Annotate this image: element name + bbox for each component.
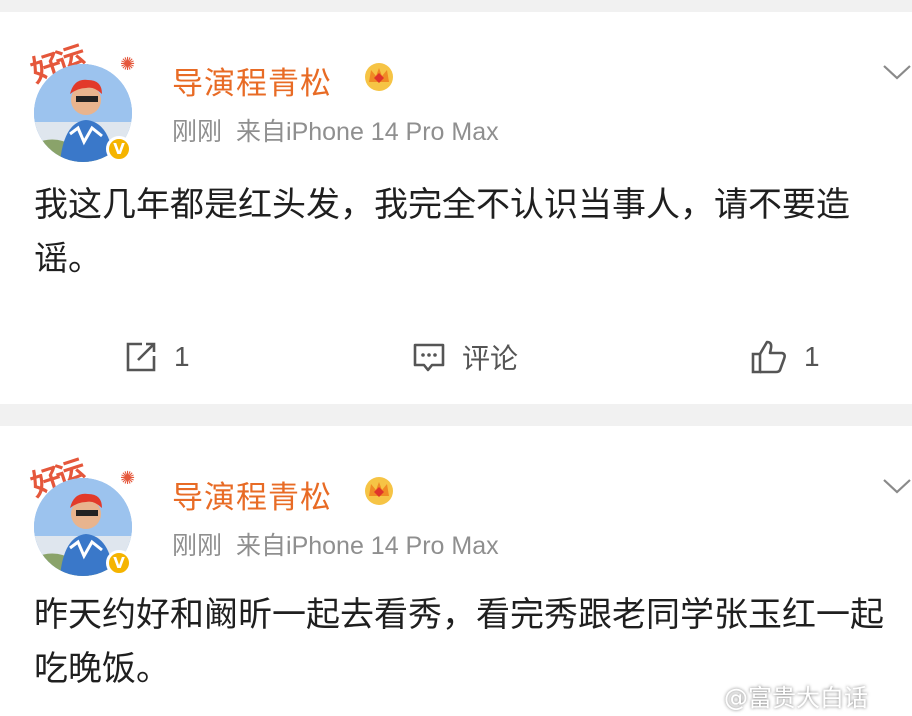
post-meta: 刚刚 来自iPhone 14 Pro Max (172, 526, 499, 562)
verified-badge-icon: V (106, 550, 132, 576)
post-source: 来自iPhone 14 Pro Max (236, 118, 499, 146)
post-card: 好运 ✺ V 导演程青松 刚刚 来自iPhone 14 Pro Max 昨天约好和… (0, 426, 912, 716)
avatar[interactable]: 好运 ✺ V (27, 40, 140, 164)
crown-icon (365, 477, 393, 505)
crown-icon (365, 63, 393, 91)
post-time: 刚刚 (172, 532, 223, 560)
action-bar: 1 评论 1 (0, 332, 912, 382)
sparkle-icon: ✺ (120, 468, 136, 489)
like-button[interactable]: 1 (750, 332, 820, 382)
post-source: 来自iPhone 14 Pro Max (236, 532, 499, 560)
post-content: 我这几年都是红头发，我完全不认识当事人，请不要造谣。 (34, 185, 850, 279)
thumbs-up-icon (751, 340, 786, 374)
author-name[interactable]: 导演程青松 (172, 472, 332, 517)
author-name[interactable]: 导演程青松 (172, 58, 332, 103)
comment-label: 评论 (462, 343, 519, 374)
repost-button[interactable]: 1 (124, 332, 190, 382)
comment-button[interactable]: 评论 (412, 332, 518, 382)
repost-icon (126, 342, 156, 372)
watermark: @富贵大白话 (724, 684, 868, 712)
post-meta: 刚刚 来自iPhone 14 Pro Max (172, 112, 499, 148)
avatar[interactable]: 好运 ✺ V (27, 454, 140, 578)
post-card: 好运 ✺ V 导演程青松 刚刚 来自iPhone 14 Pro Max 我这几年都… (0, 12, 912, 404)
like-count: 1 (804, 341, 820, 372)
comment-icon (413, 343, 445, 372)
chevron-down-icon[interactable] (882, 472, 912, 500)
repost-count: 1 (174, 341, 190, 372)
sparkle-icon: ✺ (120, 54, 136, 75)
chevron-down-icon[interactable] (882, 58, 912, 86)
post-time: 刚刚 (172, 118, 223, 146)
verified-badge-icon: V (106, 136, 132, 162)
